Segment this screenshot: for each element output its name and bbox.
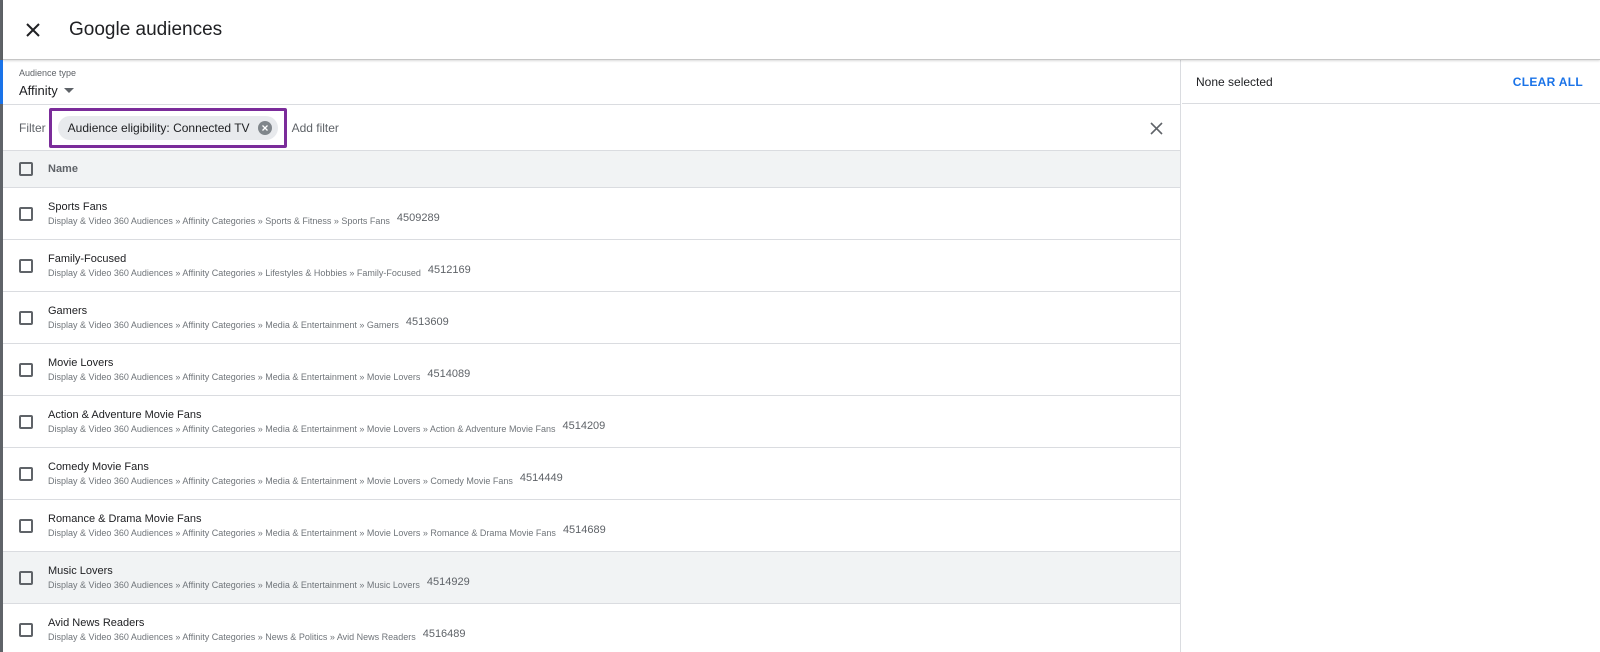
audience-type-row: Audience type Affinity — [3, 60, 1180, 105]
close-button[interactable] — [21, 18, 45, 42]
row-checkbox[interactable] — [19, 310, 33, 325]
table-row[interactable]: Family-Focused Display & Video 360 Audie… — [3, 240, 1180, 292]
audience-path: Display & Video 360 Audiences » Affinity… — [48, 579, 420, 590]
close-icon — [1149, 121, 1163, 135]
audience-id: 4512169 — [427, 263, 471, 276]
audience-path: Display & Video 360 Audiences » Affinity… — [48, 475, 513, 486]
audience-path: Display & Video 360 Audiences » Affinity… — [48, 371, 421, 382]
audience-id: 4514689 — [562, 523, 606, 536]
audience-list-panel: Audience type Affinity Filter Audience e… — [3, 60, 1181, 652]
table-row[interactable]: Avid News Readers Display & Video 360 Au… — [3, 604, 1180, 652]
audience-id: 4514209 — [562, 419, 606, 432]
row-checkbox[interactable] — [19, 414, 33, 429]
audience-path: Display & Video 360 Audiences » Affinity… — [48, 631, 416, 642]
page-title: Google audiences — [69, 18, 223, 40]
audience-name: Music Lovers — [48, 564, 113, 577]
audience-name: Movie Lovers — [48, 356, 114, 369]
audience-path: Display & Video 360 Audiences » Affinity… — [48, 215, 390, 226]
audience-name: Romance & Drama Movie Fans — [48, 512, 202, 525]
table-row[interactable]: Romance & Drama Movie Fans Display & Vid… — [3, 500, 1180, 552]
column-header-name[interactable]: Name — [48, 163, 78, 175]
filter-bar: Filter Audience eligibility: Connected T… — [3, 105, 1180, 151]
table-row[interactable]: Sports Fans Display & Video 360 Audience… — [3, 188, 1180, 240]
row-checkbox[interactable] — [19, 518, 33, 533]
row-checkbox[interactable] — [19, 206, 33, 221]
audience-id: 4509289 — [396, 211, 440, 224]
row-checkbox[interactable] — [19, 466, 33, 481]
table-row[interactable]: Gamers Display & Video 360 Audiences » A… — [3, 292, 1180, 344]
table-row[interactable]: Movie Lovers Display & Video 360 Audienc… — [3, 344, 1180, 396]
selection-panel: None selected CLEAR ALL — [1182, 60, 1600, 652]
selection-header: None selected CLEAR ALL — [1182, 60, 1600, 104]
row-checkbox[interactable] — [19, 362, 33, 377]
audience-id: 4514929 — [426, 575, 470, 588]
audience-name: Family-Focused — [48, 252, 127, 265]
clear-filters-button[interactable] — [1146, 118, 1166, 138]
audience-id: 4513609 — [405, 315, 449, 328]
filter-chip-highlight: Audience eligibility: Connected TV — [48, 107, 287, 148]
selection-status: None selected — [1196, 74, 1273, 89]
close-icon — [26, 22, 40, 37]
row-checkbox[interactable] — [19, 622, 33, 637]
audience-type-value: Affinity — [19, 83, 58, 98]
audience-path: Display & Video 360 Audiences » Affinity… — [48, 423, 556, 434]
filter-chip-label: Audience eligibility: Connected TV — [67, 120, 250, 135]
row-checkbox[interactable] — [19, 570, 33, 585]
audience-id: 4514089 — [427, 367, 471, 380]
row-checkbox[interactable] — [19, 258, 33, 273]
filter-chip[interactable]: Audience eligibility: Connected TV — [57, 115, 278, 140]
select-all-checkbox[interactable] — [19, 162, 33, 176]
audience-name: Action & Adventure Movie Fans — [48, 408, 202, 421]
audience-name: Gamers — [48, 304, 88, 317]
audience-path: Display & Video 360 Audiences » Affinity… — [48, 267, 421, 278]
clear-all-button[interactable]: CLEAR ALL — [1513, 75, 1583, 89]
audience-id: 4514449 — [519, 471, 563, 484]
dialog-header: Google audiences — [3, 0, 1600, 60]
table-row[interactable]: Comedy Movie Fans Display & Video 360 Au… — [3, 448, 1180, 500]
audience-id: 4516489 — [422, 627, 466, 640]
audience-path: Display & Video 360 Audiences » Affinity… — [48, 527, 556, 538]
filter-label: Filter — [19, 120, 46, 135]
table-row[interactable]: Action & Adventure Movie Fans Display & … — [3, 396, 1180, 448]
table-row[interactable]: Music Lovers Display & Video 360 Audienc… — [3, 552, 1180, 604]
audience-path: Display & Video 360 Audiences » Affinity… — [48, 319, 399, 330]
table-header: Name — [3, 151, 1180, 188]
chevron-down-icon — [63, 88, 74, 93]
add-filter-input[interactable]: Add filter — [292, 121, 339, 135]
audience-type-dropdown[interactable]: Affinity — [19, 83, 74, 98]
audience-type-label: Audience type — [19, 68, 77, 78]
audience-name: Sports Fans — [48, 200, 108, 213]
audience-name: Avid News Readers — [48, 616, 145, 629]
remove-filter-icon[interactable] — [257, 120, 272, 135]
audience-name: Comedy Movie Fans — [48, 460, 149, 473]
